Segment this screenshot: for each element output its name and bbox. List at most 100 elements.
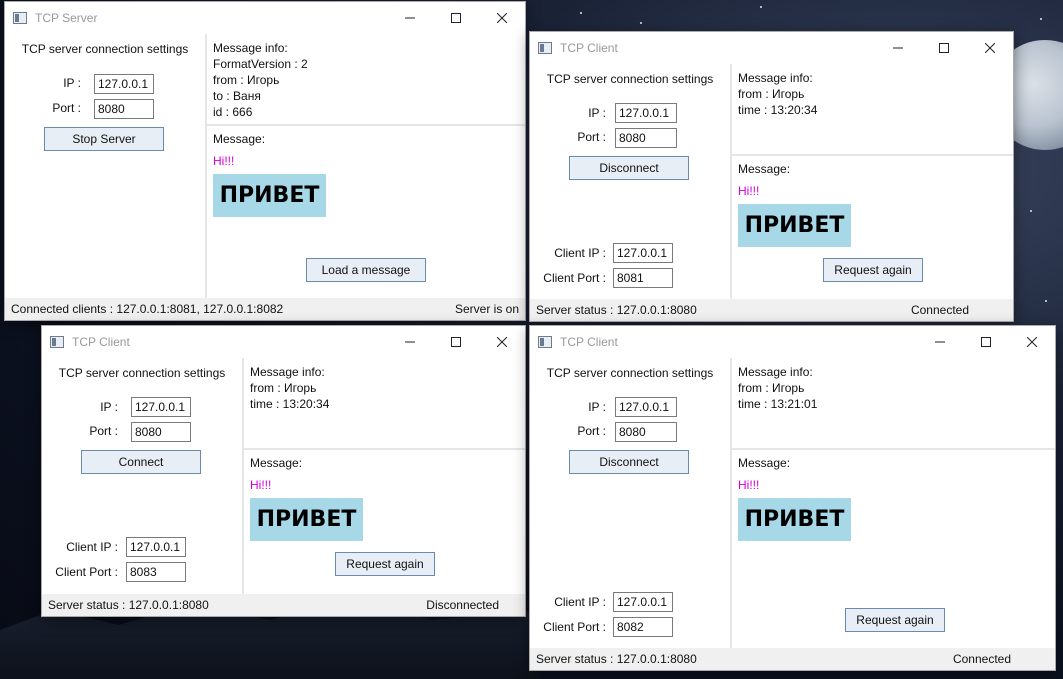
window-icon <box>50 336 64 348</box>
message-pane: Message: Hi!!! ПРИВЕТ Request again <box>732 156 1013 299</box>
ip-label: IP : <box>63 76 81 90</box>
disconnect-button[interactable]: Disconnect <box>569 156 689 180</box>
message-info-header: Message info: <box>738 71 813 85</box>
maximize-icon <box>939 43 949 53</box>
connection-state: Connected <box>952 652 1011 666</box>
request-again-button[interactable]: Request again <box>823 258 923 282</box>
maximize-button[interactable] <box>433 2 479 34</box>
settings-title: TCP server connection settings <box>546 72 714 86</box>
status-bar: Server status : 127.0.0.1:8080 Connected <box>530 648 1055 670</box>
ip-field[interactable]: 127.0.0.1 <box>615 103 677 123</box>
title-bar[interactable]: TCP Server <box>5 2 525 34</box>
title-bar[interactable]: TCP Client <box>530 326 1055 358</box>
status-bar: Connected clients : 127.0.0.1:8081, 127.… <box>5 298 525 320</box>
star <box>1030 210 1032 212</box>
ip-field[interactable]: 127.0.0.1 <box>615 397 677 417</box>
minimize-icon <box>405 17 415 19</box>
star <box>1045 300 1047 302</box>
settings-title: TCP server connection settings <box>546 366 714 380</box>
disconnect-button[interactable]: Disconnect <box>569 450 689 474</box>
info-line: time : 13:20:34 <box>738 103 818 117</box>
close-icon <box>497 337 507 347</box>
message-label: Message: <box>738 456 791 470</box>
maximize-button[interactable] <box>433 326 479 358</box>
message-info-pane: Message info: FormatVersion : 2 from : И… <box>207 34 525 126</box>
connect-button[interactable]: Connect <box>81 450 201 474</box>
star <box>1040 18 1042 20</box>
message-info-header: Message info: <box>250 365 325 379</box>
client-ip-field[interactable]: 127.0.0.1 <box>126 537 186 557</box>
minimize-button[interactable] <box>875 32 921 64</box>
ip-label: IP : <box>588 106 606 120</box>
client-ip-field[interactable]: 127.0.0.1 <box>613 243 673 263</box>
client-window-1: TCP Client TCP server connection setting… <box>529 31 1014 322</box>
close-button[interactable] <box>479 2 525 34</box>
maximize-button[interactable] <box>963 326 1009 358</box>
minimize-button[interactable] <box>917 326 963 358</box>
server-window: TCP Server TCP server connection setting… <box>4 1 526 321</box>
info-line: from : Игорь <box>213 73 280 87</box>
title-bar[interactable]: TCP Client <box>530 32 1013 64</box>
message-image: ПРИВЕТ <box>738 498 851 541</box>
port-field[interactable]: 8080 <box>131 422 191 442</box>
ip-label: IP : <box>588 400 606 414</box>
window-icon <box>13 12 27 24</box>
maximize-button[interactable] <box>921 32 967 64</box>
port-label: Port : <box>577 424 606 438</box>
close-icon <box>497 13 507 23</box>
window-title: TCP Client <box>560 335 618 349</box>
info-line: time : 13:20:34 <box>250 397 330 411</box>
minimize-button[interactable] <box>387 2 433 34</box>
message-info-pane: Message info: from : Игорь time : 13:20:… <box>732 64 1013 156</box>
server-status: Server status : 127.0.0.1:8080 <box>48 598 209 612</box>
client-port-label: Client Port : <box>543 620 606 634</box>
close-button[interactable] <box>479 326 525 358</box>
load-message-button[interactable]: Load a message <box>306 258 426 282</box>
port-label: Port : <box>52 101 81 115</box>
port-field[interactable]: 8080 <box>615 422 677 442</box>
client-port-field[interactable]: 8083 <box>126 562 186 582</box>
port-label: Port : <box>577 130 606 144</box>
maximize-icon <box>451 337 461 347</box>
settings-pane: TCP server connection settings IP : 127.… <box>5 34 207 298</box>
title-bar[interactable]: TCP Client <box>42 326 525 358</box>
port-label: Port : <box>89 424 118 438</box>
close-icon <box>985 43 995 53</box>
message-info-header: Message info: <box>213 41 288 55</box>
port-field[interactable]: 8080 <box>94 99 154 119</box>
close-button[interactable] <box>1009 326 1055 358</box>
minimize-button[interactable] <box>387 326 433 358</box>
message-label: Message: <box>250 456 303 470</box>
minimize-icon <box>935 341 945 343</box>
maximize-icon <box>981 337 991 347</box>
stop-server-button[interactable]: Stop Server <box>44 127 164 151</box>
settings-title: TCP server connection settings <box>58 366 226 380</box>
star <box>580 12 582 14</box>
maximize-icon <box>451 13 461 23</box>
window-title: TCP Client <box>560 41 618 55</box>
message-text: Hi!!! <box>738 478 760 492</box>
message-image: ПРИВЕТ <box>738 204 851 247</box>
client-ip-label: Client IP : <box>554 246 606 260</box>
client-port-field[interactable]: 8081 <box>613 268 673 288</box>
message-pane: Message: Hi!!! ПРИВЕТ Load a message <box>207 126 525 298</box>
message-label: Message: <box>738 162 791 176</box>
client-ip-label: Client IP : <box>66 540 118 554</box>
client-port-field[interactable]: 8082 <box>613 617 673 637</box>
ip-field[interactable]: 127.0.0.1 <box>94 74 154 94</box>
connected-clients-status: Connected clients : 127.0.0.1:8081, 127.… <box>11 302 284 316</box>
message-info-pane: Message info: from : Игорь time : 13:21:… <box>732 358 1055 450</box>
client-ip-field[interactable]: 127.0.0.1 <box>613 592 673 612</box>
port-field[interactable]: 8080 <box>615 128 677 148</box>
request-again-button[interactable]: Request again <box>845 608 945 632</box>
message-text: Hi!!! <box>213 154 235 168</box>
request-again-button[interactable]: Request again <box>335 552 435 576</box>
message-pane: Message: Hi!!! ПРИВЕТ Request again <box>244 450 525 594</box>
ip-field[interactable]: 127.0.0.1 <box>131 397 191 417</box>
info-line: from : Игорь <box>738 87 805 101</box>
status-bar: Server status : 127.0.0.1:8080 Disconnec… <box>42 594 525 616</box>
close-button[interactable] <box>967 32 1013 64</box>
server-state: Server is on <box>454 302 519 316</box>
settings-title: TCP server connection settings <box>21 42 189 56</box>
client-port-label: Client Port : <box>55 565 118 579</box>
